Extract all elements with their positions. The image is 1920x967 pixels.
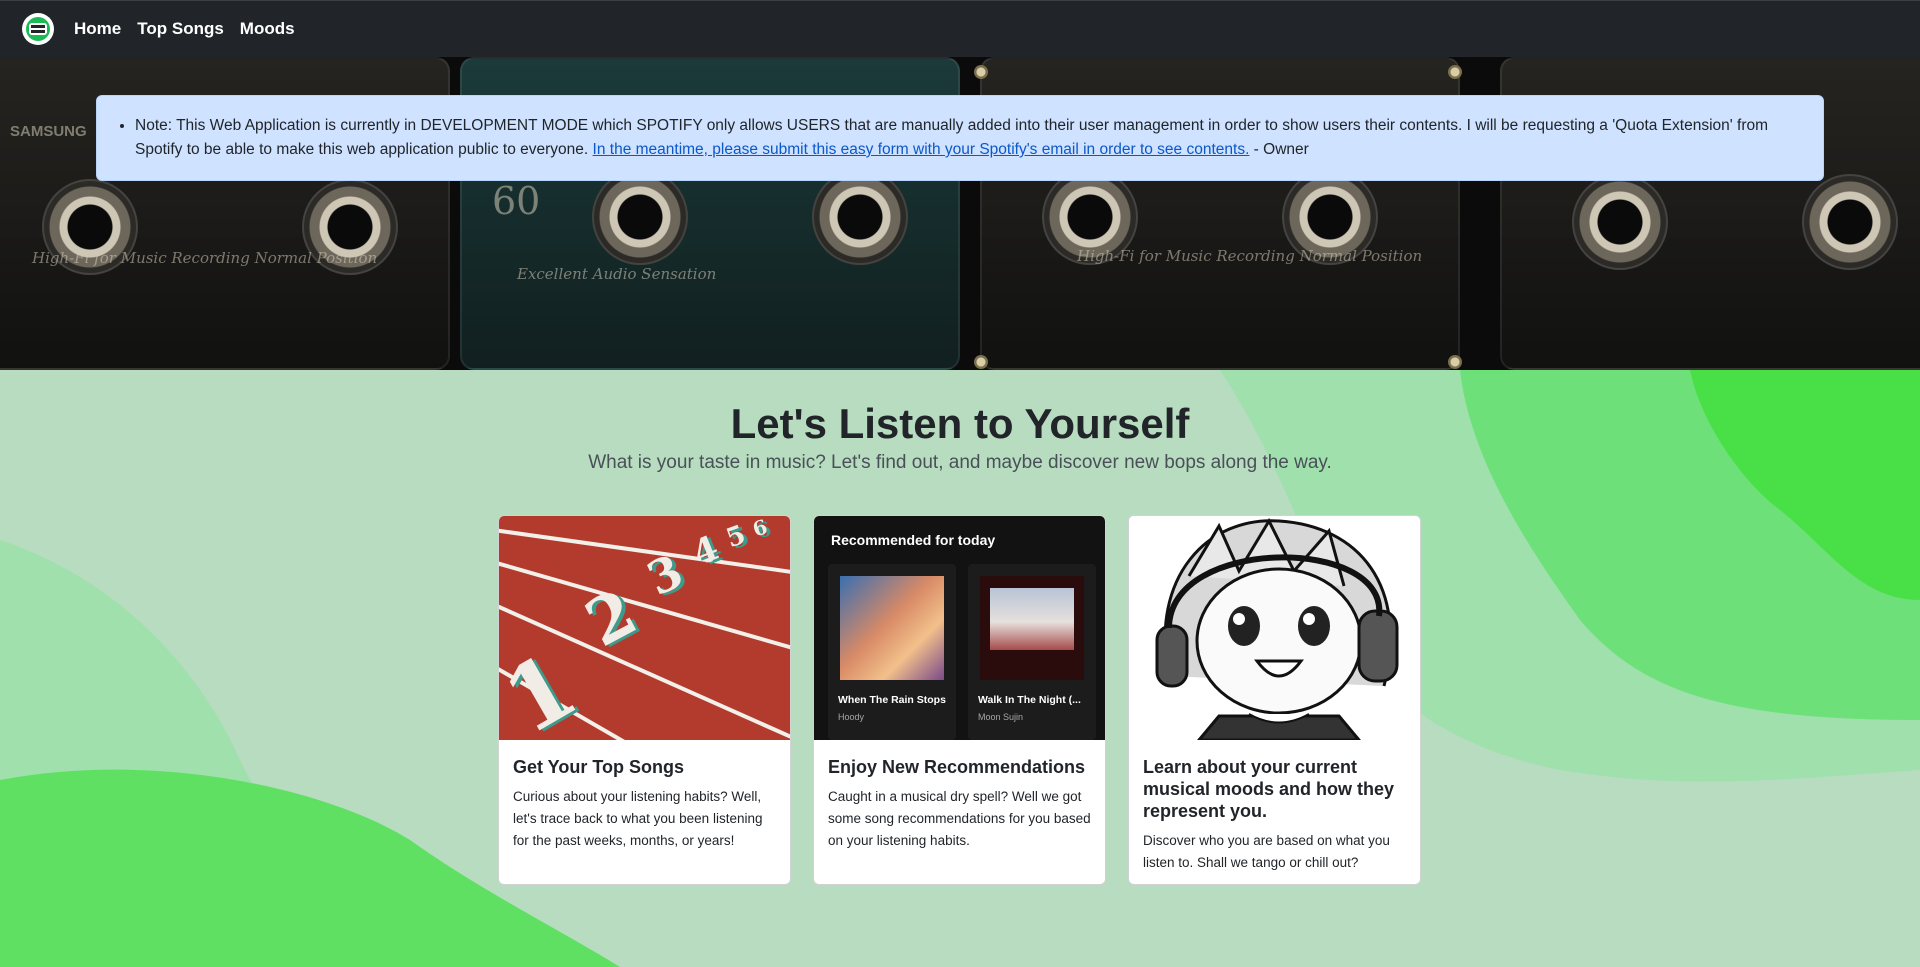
alert-message: Note: This Web Application is currently … (135, 114, 1799, 162)
page-title: Let's Listen to Yourself (730, 400, 1190, 447)
development-mode-alert: Note: This Web Application is currently … (96, 95, 1824, 181)
recommendations-card[interactable]: Recommended for today When The Rain Stop… (813, 515, 1106, 885)
cassette-label-left: High-Fi for Music Recording Normal Posit… (32, 249, 378, 267)
headphones-girl-image (1129, 516, 1420, 740)
alert-suffix-text: - Owner (1249, 141, 1309, 158)
top-songs-card-text: Curious about your listening habits? Wel… (513, 789, 763, 848)
page-subtitle: What is your taste in music? Let's find … (588, 452, 1332, 473)
app-logo-icon[interactable] (20, 11, 56, 47)
moods-card[interactable]: Learn about your current musical moods a… (1128, 515, 1421, 885)
rec-artist-2: Moon Sujin (978, 712, 1024, 722)
rec-artist-1: Hoody (838, 712, 865, 722)
recommendations-image: Recommended for today When The Rain Stop… (814, 516, 1105, 740)
album-art-1 (840, 576, 944, 680)
cassette-brand-text: SAMSUNG (10, 123, 87, 140)
recommendations-card-title: Enjoy New Recommendations (828, 757, 1086, 777)
moods-card-title: Learn about your current musical moods a… (1143, 757, 1395, 821)
moods-card-text: Discover who you are based on what you l… (1143, 833, 1390, 870)
rec-tile-1: When The Rain Stops Hoody (828, 564, 956, 740)
email-form-link[interactable]: In the meantime, please submit this easy… (593, 141, 1250, 158)
nav-top-songs-link[interactable]: Top Songs (137, 19, 224, 39)
cassette-label-mid: Excellent Audio Sensation (517, 265, 717, 283)
album-art-2 (980, 576, 1084, 680)
cassette-label-right: High-Fi for Music Recording Normal Posit… (1077, 247, 1423, 265)
recommended-heading: Recommended for today (831, 532, 996, 548)
rec-track-name-2: Walk In The Night (... (978, 694, 1081, 706)
cassette-number: 60 (492, 179, 541, 223)
rec-track-name-1: When The Rain Stops (838, 694, 946, 706)
nav-moods-link[interactable]: Moods (240, 19, 295, 39)
top-songs-card[interactable]: 1 2 3 4 5 6 Get Your Top Songs Curious a… (498, 515, 791, 885)
rec-tile-2: Walk In The Night (... Moon Sujin (968, 564, 1096, 740)
nav-home-link[interactable]: Home (74, 19, 121, 39)
top-songs-card-title: Get Your Top Songs (513, 757, 684, 777)
running-track-image: 1 2 3 4 5 6 (499, 516, 790, 740)
top-navbar: Home Top Songs Moods (0, 0, 1920, 57)
recommendations-card-text: Caught in a musical dry spell? Well we g… (828, 789, 1091, 848)
